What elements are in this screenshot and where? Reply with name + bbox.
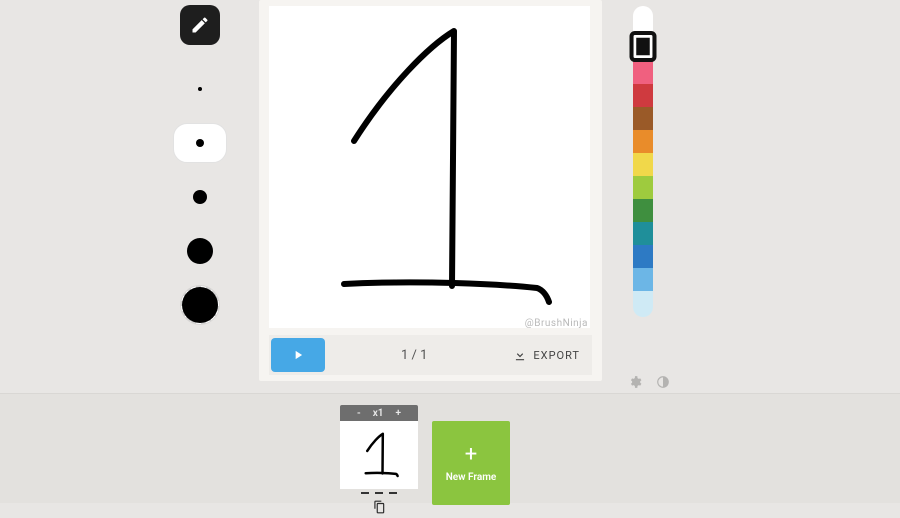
export-label: EXPORT xyxy=(533,349,580,362)
swatch-green[interactable] xyxy=(633,199,653,222)
copy-icon xyxy=(372,500,386,514)
swatch-black[interactable] xyxy=(630,31,657,62)
watermark: @BrushNinja xyxy=(525,318,588,329)
new-frame-button[interactable]: + New Frame xyxy=(432,421,510,505)
download-icon xyxy=(513,348,527,362)
drawing-content xyxy=(269,6,590,328)
plus-icon: + xyxy=(465,444,477,466)
canvas-card: @BrushNinja 1 / 1 EXPORT xyxy=(259,0,602,381)
brush-size-column xyxy=(173,69,227,325)
swatch-orange[interactable] xyxy=(633,130,653,153)
swatch-brown[interactable] xyxy=(633,107,653,130)
brush-size-1[interactable] xyxy=(173,69,227,109)
color-palette xyxy=(633,6,653,317)
zoom-label: x1 xyxy=(373,408,384,419)
brush-size-2[interactable] xyxy=(173,123,227,163)
frame-preview xyxy=(340,421,418,489)
swatch-sky[interactable] xyxy=(633,268,653,291)
palette-extra xyxy=(628,375,670,389)
timeline: - x1 + + New Frame xyxy=(340,405,510,518)
frame-zoom-controls: - x1 + xyxy=(340,405,418,421)
export-button[interactable]: EXPORT xyxy=(503,338,590,372)
dot-icon xyxy=(193,190,207,204)
contrast-icon[interactable] xyxy=(656,375,670,389)
dot-icon xyxy=(187,238,213,264)
checker-icon xyxy=(180,285,220,325)
frame-counter: 1 / 1 xyxy=(333,348,495,363)
swatch-blue[interactable] xyxy=(633,245,653,268)
swatch-white[interactable] xyxy=(633,6,653,32)
play-icon xyxy=(291,348,305,362)
dot-icon xyxy=(196,139,204,147)
gear-icon[interactable] xyxy=(628,375,642,389)
pencil-icon xyxy=(190,15,210,35)
zoom-plus[interactable]: + xyxy=(395,408,401,419)
workspace: @BrushNinja 1 / 1 EXPORT xyxy=(0,0,900,390)
dot-icon xyxy=(198,87,202,91)
play-button[interactable] xyxy=(271,338,325,372)
brush-size-3[interactable] xyxy=(173,177,227,217)
new-frame-label: New Frame xyxy=(446,472,497,483)
frame-thumbnail-1[interactable]: - x1 + xyxy=(340,405,418,518)
swatch-teal[interactable] xyxy=(633,222,653,245)
drawing-canvas[interactable] xyxy=(269,6,590,328)
swatch-lightblue[interactable] xyxy=(633,291,653,317)
swatch-pink[interactable] xyxy=(633,61,653,84)
tool-column xyxy=(172,5,228,325)
swatch-red[interactable] xyxy=(633,84,653,107)
brush-size-5[interactable] xyxy=(173,285,227,325)
swatch-yellow[interactable] xyxy=(633,153,653,176)
brush-size-4[interactable] xyxy=(173,231,227,271)
frame-handles xyxy=(340,487,418,499)
pencil-tool[interactable] xyxy=(180,5,220,45)
duplicate-frame[interactable] xyxy=(372,499,386,518)
swatch-lime[interactable] xyxy=(633,176,653,199)
zoom-minus[interactable]: - xyxy=(357,408,361,419)
canvas-footer: 1 / 1 EXPORT xyxy=(269,335,592,375)
